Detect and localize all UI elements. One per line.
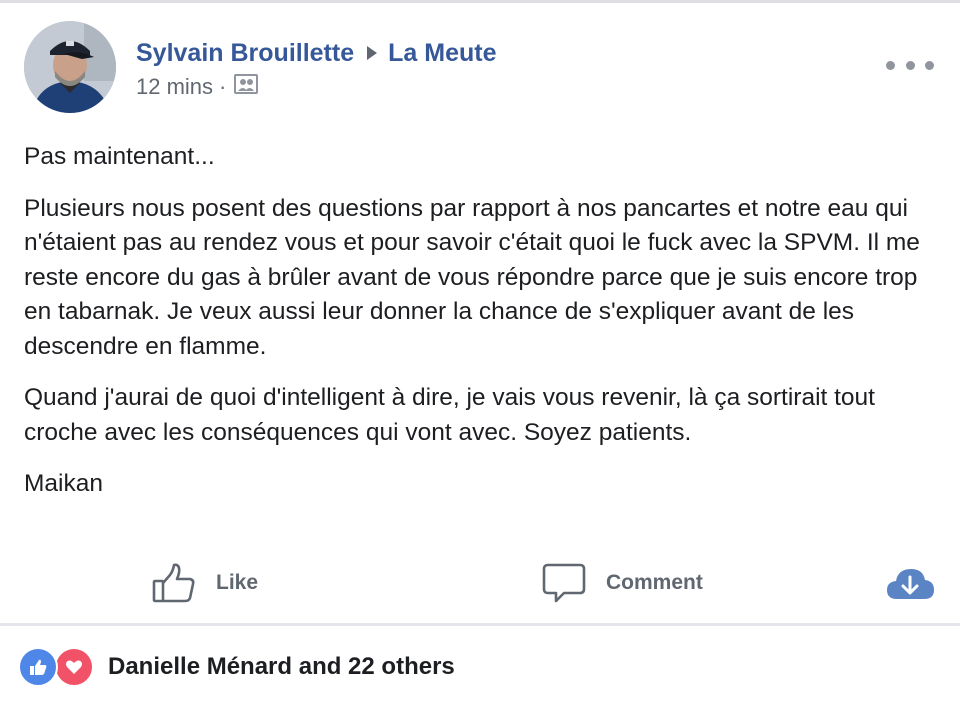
like-button[interactable]: Like <box>152 552 258 614</box>
post-paragraph: Maikan <box>24 470 103 497</box>
thumbs-up-icon <box>152 561 196 605</box>
top-divider <box>0 0 960 3</box>
comment-label: Comment <box>606 571 703 594</box>
post-paragraph: Pas maintenant... <box>24 143 215 170</box>
group-name[interactable]: La Meute <box>388 39 496 68</box>
action-bar: Like Comment <box>0 552 960 614</box>
post-timestamp[interactable]: 12 mins <box>136 74 213 100</box>
post-text: Pas maintenant... Plusieurs nous posent … <box>24 140 939 519</box>
cloud-download-icon[interactable] <box>884 552 936 614</box>
author-name[interactable]: Sylvain Brouillette <box>136 39 354 68</box>
dot <box>925 60 934 70</box>
post-meta: 12 mins · <box>136 74 259 100</box>
comment-button[interactable]: Comment <box>542 552 703 614</box>
dot <box>905 60 915 70</box>
shared-to-arrow-icon <box>366 45 378 61</box>
more-options-icon[interactable] <box>886 52 934 78</box>
post-paragraph: Quand j'aurai de quoi d'intelligent à di… <box>24 384 875 446</box>
avatar-photo <box>24 21 116 113</box>
comment-bubble-icon <box>542 561 586 605</box>
post-header: Sylvain Brouillette La Meute <box>136 36 496 70</box>
dot <box>886 60 895 70</box>
group-audience-icon <box>234 74 259 100</box>
reactions-divider <box>0 623 960 626</box>
reactions-summary[interactable]: Danielle Ménard and 22 others <box>18 646 455 688</box>
like-label: Like <box>216 571 259 594</box>
meta-separator: · <box>219 74 227 99</box>
reaction-count[interactable]: Danielle Ménard and 22 others <box>108 653 455 681</box>
avatar[interactable] <box>24 21 116 113</box>
love-reaction-icon <box>54 647 94 687</box>
post-paragraph: Plusieurs nous posent des questions par … <box>24 194 920 360</box>
like-reaction-icon <box>18 647 58 687</box>
